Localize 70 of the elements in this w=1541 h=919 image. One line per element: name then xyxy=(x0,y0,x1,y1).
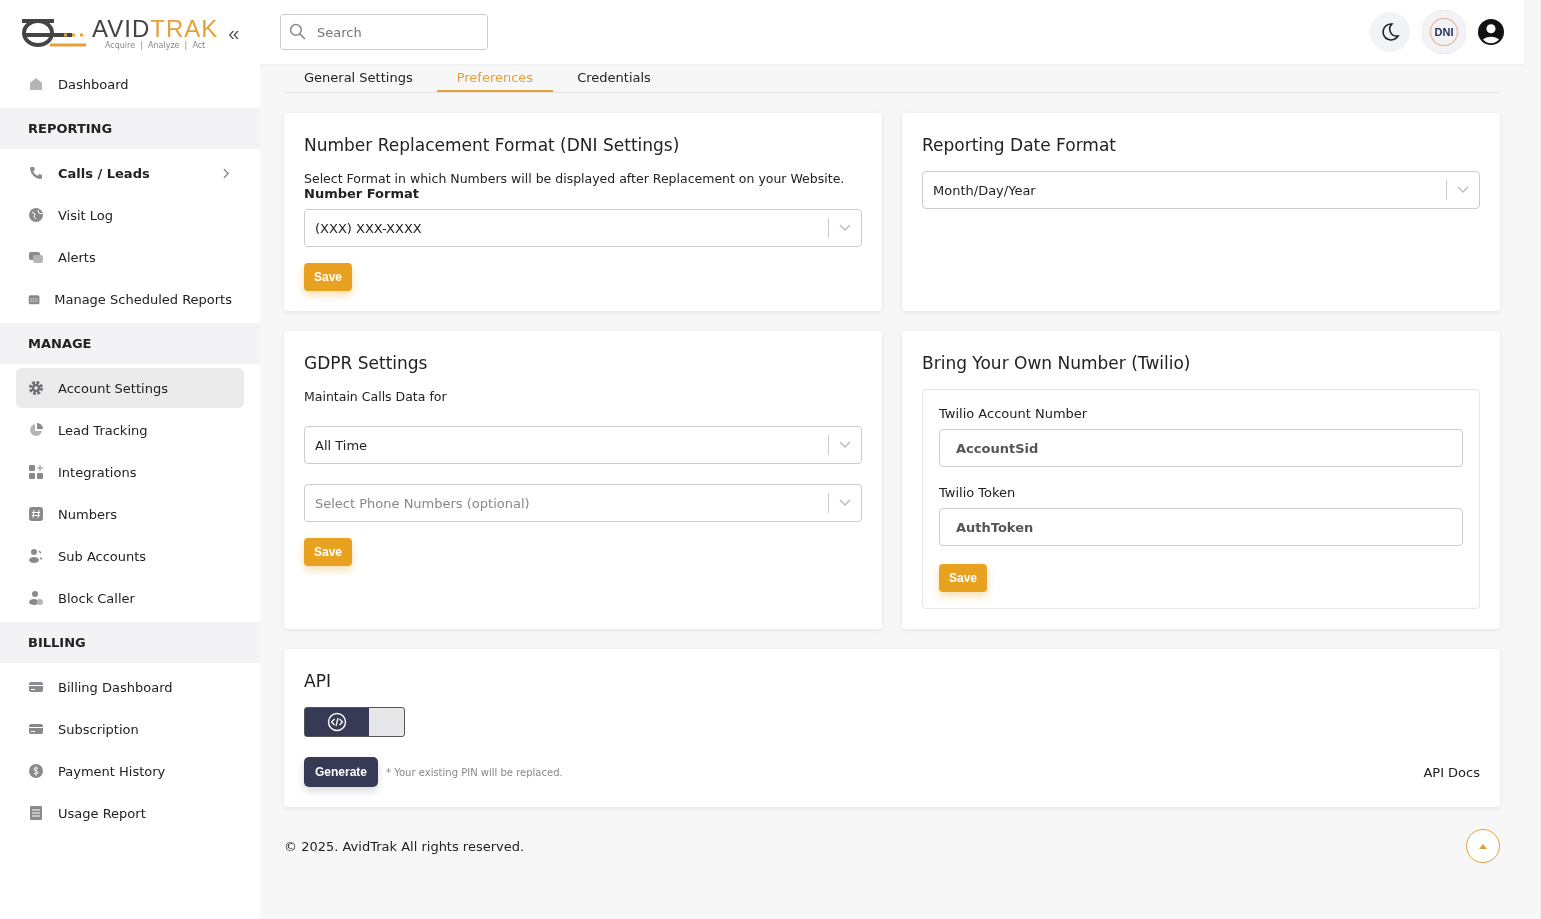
card-title: API xyxy=(304,671,331,691)
phone-numbers-select[interactable]: Select Phone Numbers (optional) xyxy=(304,484,862,522)
sidebar-item[interactable]: Dashboard xyxy=(16,64,244,104)
search-field[interactable]: Search xyxy=(280,14,488,50)
sidebar-item[interactable]: Payment History xyxy=(16,751,244,791)
card2-icon xyxy=(28,721,44,737)
hash-icon xyxy=(28,506,44,522)
dollar-icon xyxy=(28,763,44,779)
phone-icon xyxy=(28,165,44,181)
input-field[interactable]: AccountSid xyxy=(939,429,1463,467)
sidebar-item[interactable]: Visit Log xyxy=(16,195,244,235)
grid-icon xyxy=(28,464,44,480)
sidebar-item[interactable]: Block Caller xyxy=(16,578,244,618)
generate-button[interactable]: Generate xyxy=(304,757,379,787)
pie-icon xyxy=(28,422,44,438)
theme-toggle-button[interactable] xyxy=(1370,12,1410,52)
description: Select Format in which Numbers will be displayed after Replacement on your Website. xyxy=(304,171,845,186)
card-title: Bring Your Own Number (Twilio) xyxy=(922,353,1191,373)
api-toggle[interactable] xyxy=(304,707,405,737)
card-icon xyxy=(28,679,44,695)
users-icon xyxy=(28,548,44,564)
chevron-down-icon xyxy=(1457,186,1469,194)
section-heading: REPORTING xyxy=(0,108,260,149)
globe-icon xyxy=(28,207,44,223)
logo-text-accent: TRAK xyxy=(150,14,219,42)
sidebar-item[interactable]: Billing Dashboard xyxy=(16,667,244,707)
field-label: Twilio Account Number xyxy=(939,406,1088,421)
caret-up-icon xyxy=(1479,843,1487,849)
chevron-down-icon xyxy=(839,224,851,232)
chevron-down-icon xyxy=(839,499,851,507)
moon-icon xyxy=(1380,22,1400,42)
card-title: Number Replacement Format (DNI Settings) xyxy=(304,135,680,155)
collapse-button[interactable]: « xyxy=(228,21,240,45)
tab[interactable]: Credentials xyxy=(557,64,671,92)
sidebar-item[interactable]: Usage Report xyxy=(16,793,244,833)
chevron-down-icon xyxy=(839,441,851,449)
code-icon xyxy=(327,712,347,732)
field-label: Number Format xyxy=(304,186,419,201)
home-icon xyxy=(28,76,44,92)
sidebar-item[interactable]: Calls / Leads xyxy=(16,153,244,193)
field-label: Maintain Calls Data for xyxy=(304,389,447,404)
gear-icon xyxy=(28,380,44,396)
search-icon xyxy=(289,23,306,40)
input-field[interactable]: AuthToken xyxy=(939,508,1463,546)
logo-tagline: Acquire | Analyze | Act xyxy=(105,40,206,50)
date-format-select[interactable]: Month/Day/Year xyxy=(922,171,1480,209)
card-title: GDPR Settings xyxy=(304,353,428,373)
number-format-select[interactable]: (XXX) XXX-XXXX xyxy=(304,209,862,247)
copyright-text: © 2025. AvidTrak All rights reserved. xyxy=(284,838,525,854)
sidebar-item[interactable]: Integrations xyxy=(16,452,244,492)
field-label: Twilio Token xyxy=(939,485,1016,500)
doc-icon xyxy=(28,805,44,821)
section-heading: BILLING xyxy=(0,622,260,663)
logo-text: AVID xyxy=(92,14,151,42)
section-heading: MANAGE xyxy=(0,323,260,364)
tab[interactable]: General Settings xyxy=(284,64,433,92)
card-title: Reporting Date Format xyxy=(922,135,1116,155)
sidebar-item[interactable]: Lead Tracking xyxy=(16,410,244,450)
sidebar-item[interactable]: Numbers xyxy=(16,494,244,534)
user-avatar-icon[interactable] xyxy=(1478,19,1504,45)
sidebar-item[interactable]: Sub Accounts xyxy=(16,536,244,576)
note-text: * Your existing PIN will be replaced. xyxy=(386,766,563,778)
sidebar-item[interactable]: Account Settings xyxy=(16,368,244,408)
sidebar-item[interactable]: Subscription xyxy=(16,709,244,749)
retention-select[interactable]: All Time xyxy=(304,426,862,464)
dni-button[interactable]: DNI xyxy=(1422,10,1466,54)
sidebar-item[interactable]: Alerts xyxy=(16,237,244,277)
api-docs-link[interactable]: API Docs xyxy=(1423,764,1480,780)
sidebar-item[interactable]: Manage Scheduled Reports xyxy=(16,279,244,319)
chat-icon xyxy=(28,249,44,265)
